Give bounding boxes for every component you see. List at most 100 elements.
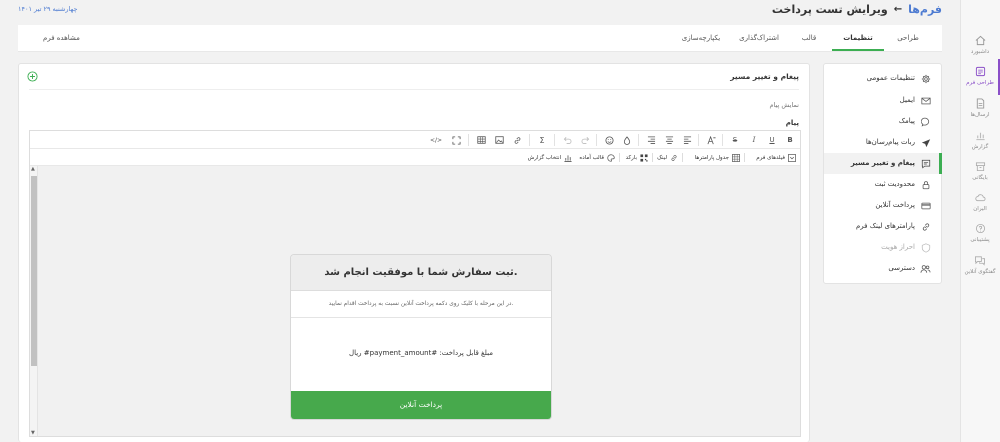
menu-item-message-redirect[interactable]: پیغام و تغییر مسیر bbox=[824, 153, 942, 174]
menu-item-label: پرداخت آنلاین bbox=[875, 201, 915, 209]
rail-label: پشتیبانی bbox=[970, 237, 990, 243]
toolbar-divider bbox=[682, 153, 683, 162]
form-fields-label: فیلدهای فرم bbox=[756, 154, 785, 161]
italic-icon[interactable]: I bbox=[748, 134, 760, 146]
success-message-card: ثبت سفارش شما با موفقیت انجام شد. در این… bbox=[290, 254, 552, 420]
table-icon bbox=[732, 153, 740, 162]
rail-item-dashboard[interactable]: داشبورد bbox=[960, 32, 1000, 64]
ready-template-label: قالب آماده bbox=[579, 154, 604, 161]
emoji-icon[interactable] bbox=[603, 134, 615, 146]
rail-label: ارسال‌ها bbox=[970, 112, 990, 118]
rail-item-live-chat[interactable]: گفتگوی آنلاین bbox=[960, 252, 1000, 284]
side-rail: داشبورد طراحی فرم ارسال‌ها گزارش بایگانی… bbox=[960, 0, 1000, 442]
scroll-up-icon[interactable]: ▲ bbox=[31, 166, 35, 172]
page-header: فرم‌ها ← ویرایش تست پرداخت چهارشنبه ۲۹ ت… bbox=[18, 0, 942, 20]
help-icon bbox=[973, 222, 987, 234]
form-fields-button[interactable]: فیلدهای فرم bbox=[756, 149, 796, 166]
menu-item-authentication[interactable]: احراز هویت bbox=[824, 237, 941, 258]
submissions-icon bbox=[973, 97, 987, 109]
menu-item-label: ایمیل bbox=[899, 96, 915, 104]
sigma-icon[interactable]: Σ bbox=[536, 134, 548, 146]
card-description: در این مرحله با کلیک روی دکمه پرداخت آنل… bbox=[291, 291, 551, 318]
rail-item-form-design[interactable]: طراحی فرم bbox=[960, 59, 1000, 95]
menu-item-label: پیغام و تغییر مسیر bbox=[850, 159, 915, 167]
vertical-scrollbar[interactable]: ▲ ▼ bbox=[30, 166, 38, 436]
link-icon bbox=[670, 154, 678, 162]
menu-item-label: پیامک bbox=[898, 117, 915, 125]
editor-toolbar: B U I S Σ </> bbox=[30, 131, 800, 149]
params-table-label: جدول پارامترها bbox=[694, 154, 729, 161]
tab-integration[interactable]: یکپارچه‌سازی bbox=[674, 25, 728, 51]
tab-sharing[interactable]: اشتراک‌گذاری bbox=[732, 25, 786, 51]
plus-circle-icon bbox=[27, 71, 38, 82]
page-title-text: ویرایش تست پرداخت bbox=[771, 3, 888, 16]
rail-item-report[interactable]: گزارش bbox=[960, 127, 1000, 159]
source-code-icon[interactable]: </> bbox=[430, 134, 442, 146]
link-button[interactable]: لینک bbox=[657, 149, 678, 166]
fullscreen-icon[interactable] bbox=[450, 134, 462, 146]
toolbar-divider bbox=[744, 153, 745, 162]
shield-icon bbox=[920, 242, 931, 253]
menu-item-messenger-bots[interactable]: ربات پیام‌رسان‌ها bbox=[824, 132, 941, 153]
menu-item-label: احراز هویت bbox=[881, 243, 915, 251]
menu-item-online-payment[interactable]: پرداخت آنلاین bbox=[824, 195, 941, 216]
editor-insert-toolbar: فیلدهای فرم جدول پارامترها لینک بارکد قا… bbox=[30, 149, 800, 166]
text-color-icon[interactable] bbox=[621, 134, 633, 146]
users-icon bbox=[920, 263, 931, 274]
page-title: فرم‌ها ← ویرایش تست پرداخت bbox=[772, 3, 942, 16]
divider bbox=[29, 89, 799, 90]
toolbar-divider bbox=[722, 134, 723, 146]
rail-item-submissions[interactable]: ارسال‌ها bbox=[960, 95, 1000, 127]
font-size-icon[interactable] bbox=[705, 134, 717, 146]
barcode-button[interactable]: بارکد bbox=[626, 149, 648, 166]
menu-item-access[interactable]: دسترسی bbox=[824, 258, 941, 279]
toolbar-divider bbox=[698, 134, 699, 146]
menu-item-label: محدودیت ثبت bbox=[874, 180, 915, 188]
align-center-icon[interactable] bbox=[663, 134, 675, 146]
tab-settings[interactable]: تنظیمات bbox=[832, 25, 884, 51]
align-left-icon[interactable] bbox=[681, 134, 693, 146]
scroll-down-icon[interactable]: ▼ bbox=[31, 430, 35, 436]
table-icon[interactable] bbox=[475, 134, 487, 146]
menu-item-submit-limit[interactable]: محدودیت ثبت bbox=[824, 174, 941, 195]
choose-report-button[interactable]: انتخاب گزارش bbox=[528, 149, 572, 166]
rail-item-support[interactable]: پشتیبانی bbox=[960, 220, 1000, 252]
rail-item-cloud[interactable]: الیران bbox=[960, 189, 1000, 221]
toolbar-divider bbox=[638, 134, 639, 146]
undo-icon[interactable] bbox=[561, 134, 573, 146]
online-payment-button[interactable]: پرداخت آنلاین bbox=[291, 391, 551, 419]
redo-icon[interactable] bbox=[579, 134, 591, 146]
mail-icon bbox=[920, 95, 931, 106]
menu-item-sms[interactable]: پیامک bbox=[824, 111, 941, 132]
rail-item-archive[interactable]: بایگانی bbox=[960, 158, 1000, 190]
editor-content-area[interactable]: ▲ ▼ ثبت سفارش شما با موفقیت انجام شد. در… bbox=[30, 166, 800, 436]
menu-item-label: پارامترهای لینک فرم bbox=[855, 222, 915, 230]
scroll-thumb[interactable] bbox=[31, 176, 37, 366]
gear-icon bbox=[920, 73, 931, 84]
tab-template[interactable]: قالب bbox=[794, 25, 824, 51]
menu-item-label: دسترسی bbox=[888, 264, 915, 272]
menu-item-general-settings[interactable]: تنظیمات عمومی bbox=[824, 68, 941, 89]
view-form-link[interactable]: مشاهده فرم bbox=[43, 25, 80, 51]
bold-icon[interactable]: B bbox=[784, 134, 796, 146]
toolbar-divider bbox=[554, 134, 555, 146]
add-button[interactable] bbox=[27, 71, 38, 82]
breadcrumb-forms[interactable]: فرم‌ها bbox=[908, 3, 942, 16]
strikethrough-icon[interactable]: S bbox=[729, 134, 741, 146]
ready-template-button[interactable]: قالب آماده bbox=[579, 149, 615, 166]
align-right-icon[interactable] bbox=[645, 134, 657, 146]
rail-label: الیران bbox=[973, 206, 987, 212]
menu-item-link-params[interactable]: پارامترهای لینک فرم bbox=[824, 216, 941, 237]
barcode-label: بارکد bbox=[625, 154, 637, 161]
choose-report-label: انتخاب گزارش bbox=[527, 154, 561, 161]
menu-item-email[interactable]: ایمیل bbox=[824, 90, 941, 111]
sms-icon bbox=[920, 116, 931, 127]
params-table-button[interactable]: جدول پارامترها bbox=[695, 149, 740, 166]
rail-label: گفتگوی آنلاین bbox=[964, 269, 996, 275]
image-icon[interactable] bbox=[493, 134, 505, 146]
tab-design[interactable]: طراحی bbox=[886, 25, 930, 51]
underline-icon[interactable]: U bbox=[766, 134, 778, 146]
settings-menu: تنظیمات عمومی ایمیل پیامک ربات پیام‌رسان… bbox=[823, 63, 942, 284]
message-field-label: پیام bbox=[785, 119, 799, 127]
link-icon[interactable] bbox=[511, 134, 523, 146]
